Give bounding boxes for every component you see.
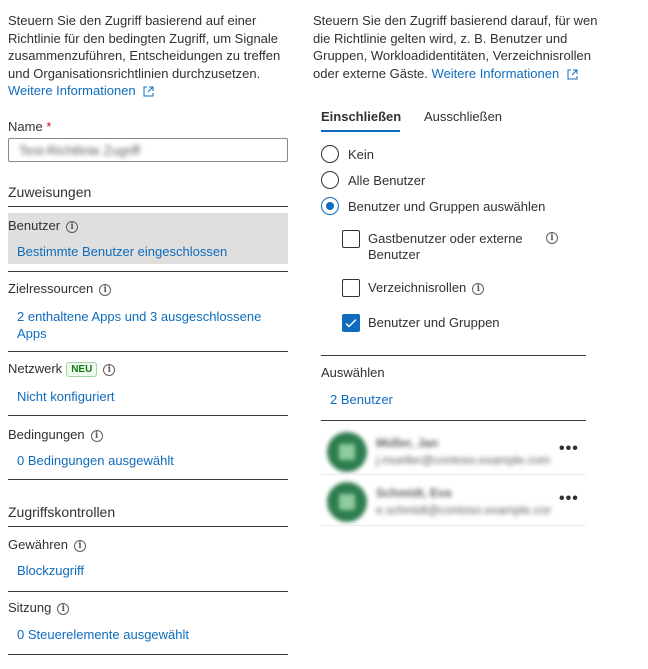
tab-exclude[interactable]: Ausschließen [424,109,502,124]
left-more-info-link[interactable]: Weitere Informationen [8,83,154,98]
tab-include[interactable]: Einschließen [321,109,401,124]
info-icon: i [546,232,558,244]
network-label: Netzwerk NEU i [8,361,116,378]
users-value-link[interactable]: Bestimmte Benutzer eingeschlossen [17,244,227,259]
checkbox-users-groups-label: Benutzer und Gruppen [368,315,500,330]
divider [8,206,288,207]
divider [8,479,288,480]
avatar [327,482,367,522]
divider [321,355,586,356]
list-item[interactable]: Müller, Jan j.mueller@contoso.example.co… [321,428,586,474]
radio-none-label: Kein [348,147,375,162]
target-resources-label: Zielressourcen i [8,281,112,296]
grant-label-text: Gewähren [8,537,68,552]
radio-all-users[interactable] [321,171,339,189]
users-label: Benutzer i [8,218,79,233]
conditions-label-text: Bedingungen [8,427,85,442]
checkbox-guests[interactable] [342,230,360,248]
left-description: Steuern Sie den Zugriff basierend auf ei… [8,12,290,100]
conditions-link[interactable]: 0 Bedingungen ausgewählt [17,453,174,468]
grant-label: Gewähren i [8,537,86,552]
users-row[interactable]: Benutzer i Bestimmte Benutzer eingeschlos… [8,213,288,264]
divider [8,351,288,352]
required-asterisk: * [46,119,52,134]
radio-select-users[interactable] [321,197,339,215]
access-controls-heading: Zugriffskontrollen [8,504,116,520]
users-label-text: Benutzer [8,218,61,233]
radio-select-users-label: Benutzer und Gruppen auswählen [348,199,546,214]
right-description: Steuern Sie den Zugriff basierend darauf… [313,12,598,82]
radio-all-users-label: Alle Benutzer [348,173,426,188]
network-link[interactable]: Nicht konfiguriert [17,389,115,404]
more-options-icon[interactable]: ••• [559,440,579,458]
external-link-icon [567,69,578,80]
checkbox-directory-roles-label: Verzeichnisrollen i [368,280,485,295]
assignments-heading: Zuweisungen [8,184,92,200]
info-icon: i [472,282,485,295]
divider [321,474,586,475]
user-name: Schmidt, Eva [376,486,452,500]
name-input-value: Test-Richtlinie Zugriff [19,143,141,158]
info-icon: i [73,539,86,552]
list-item[interactable]: Schmidt, Eva e.schmidt@contoso.example.c… [321,478,586,524]
external-link-icon [143,86,154,97]
session-label-text: Sitzung [8,600,52,615]
user-email: e.schmidt@contoso.example.com [376,503,551,517]
info-icon: i [90,429,103,442]
checkbox-directory-roles-text: Verzeichnisrollen [368,280,467,295]
checkbox-users-groups[interactable] [342,314,360,332]
target-resources-label-text: Zielressourcen [8,281,94,296]
name-label: Name * [8,119,51,134]
target-resources-link[interactable]: 2 enthaltene Apps und 3 ausgeschlossene … [17,308,282,342]
user-email: j.mueller@contoso.example.com [376,453,551,467]
left-description-text: Steuern Sie den Zugriff basierend auf ei… [8,13,281,81]
user-name: Müller, Jan [376,436,439,450]
new-badge: NEU [66,362,98,378]
conditions-label: Bedingungen i [8,427,103,442]
name-input[interactable]: Test-Richtlinie Zugriff [8,138,288,162]
session-label: Sitzung i [8,600,70,615]
right-more-info-label: Weitere Informationen [431,65,560,81]
select-label: Auswählen [321,365,385,380]
divider [8,415,288,416]
divider [8,526,288,527]
select-users-link[interactable]: 2 Benutzer [330,392,393,407]
checkbox-directory-roles[interactable] [342,279,360,297]
divider [8,591,288,592]
divider [8,654,288,655]
name-label-text: Name [8,119,43,134]
divider [321,420,586,421]
info-icon: i [99,283,112,296]
info-icon: i [57,602,70,615]
info-icon: i [66,220,79,233]
divider [8,271,288,272]
checkbox-guests-label: Gastbenutzer oder externe Benutzer [368,231,523,262]
network-label-text: Netzwerk [8,361,63,376]
checkmark-icon [345,319,357,328]
grant-link[interactable]: Blockzugriff [17,563,84,578]
more-options-icon[interactable]: ••• [559,490,579,508]
tab-include-indicator [321,130,400,132]
info-icon: i [103,363,116,376]
left-more-info-label: Weitere Informationen [8,83,136,98]
session-link[interactable]: 0 Steuerelemente ausgewählt [17,627,189,642]
radio-none[interactable] [321,145,339,163]
avatar [327,432,367,472]
divider [321,525,586,526]
right-more-info-link[interactable]: Weitere Informationen [432,66,578,81]
